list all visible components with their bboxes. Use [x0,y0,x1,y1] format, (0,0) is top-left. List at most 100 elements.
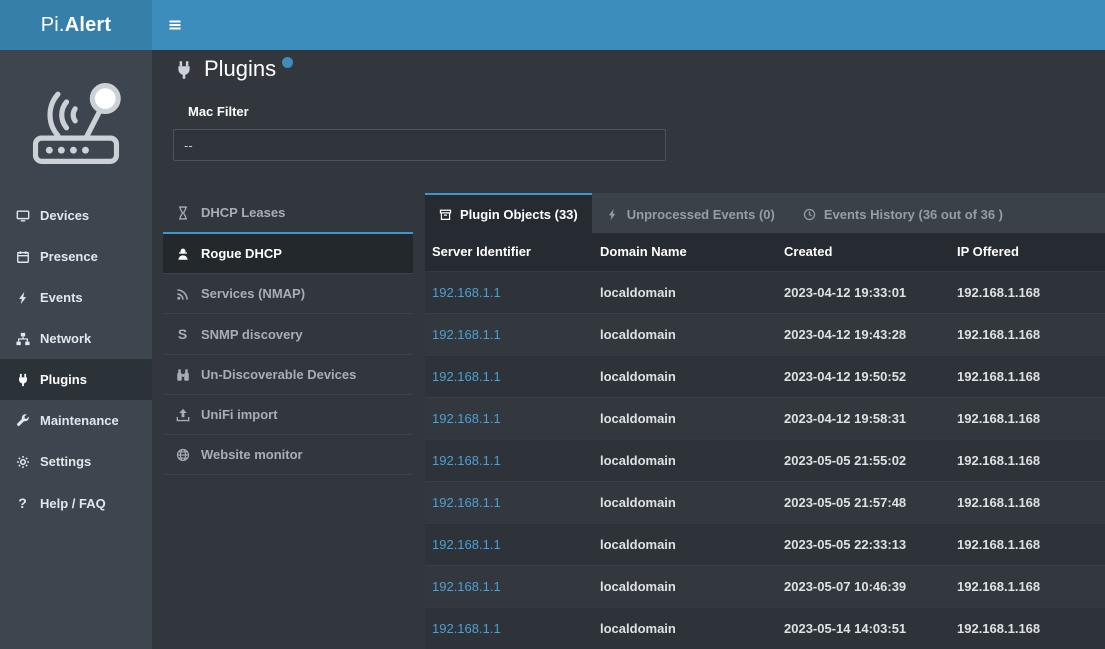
top-header: Pi.Alert [0,0,1105,50]
bolt-icon [606,208,619,221]
brand-logo[interactable]: Pi.Alert [0,0,152,50]
globe-icon [174,448,191,462]
server-identifier-link[interactable]: 192.168.1.1 [432,621,501,636]
sidebar-item-network[interactable]: Network [0,318,152,359]
plugin-nav-label: SNMP discovery [201,327,303,342]
plug-icon [174,60,194,80]
tab-events-history[interactable]: Events History (36 out of 36 ) [789,193,1017,233]
pialert-app: Pi.Alert [0,0,1105,649]
table-row: 192.168.1.1 localdomain 2023-05-05 21:57… [425,481,1105,523]
tab-label: Unprocessed Events (0) [627,207,775,222]
sidebar-item-label: Network [40,331,91,346]
plugin-nav-label: DHCP Leases [201,205,285,220]
snmp-icon: S [174,326,191,342]
created-cell: 2023-04-12 19:50:52 [777,355,950,397]
domain-name-cell: localdomain [593,313,777,355]
sidebar-item-devices[interactable]: Devices [0,195,152,236]
server-identifier-link[interactable]: 192.168.1.1 [432,285,501,300]
hourglass-icon [174,206,191,220]
ip-offered-cell: 192.168.1.168 [950,397,1105,439]
column-header-created: Created [777,233,950,271]
gear-icon [14,455,31,469]
mac-filter-label: Mac Filter [188,104,249,119]
wrench-icon [14,414,31,428]
table-row: 192.168.1.1 localdomain 2023-04-12 19:43… [425,313,1105,355]
devices-icon [14,209,31,223]
ip-offered-cell: 192.168.1.168 [950,607,1105,649]
plugin-nav-label: UniFi import [201,407,278,422]
clock-icon [803,208,816,221]
sidebar-item-events[interactable]: Events [0,277,152,318]
plugin-objects-table: Server Identifier Domain Name Created IP… [425,233,1105,649]
domain-name-cell: localdomain [593,607,777,649]
table-row: 192.168.1.1 localdomain 2023-05-05 21:55… [425,439,1105,481]
ip-offered-cell: 192.168.1.168 [950,481,1105,523]
tab-label: Plugin Objects (33) [460,207,578,222]
plugin-nav: DHCP Leases Rogue DHCP Services (NMAP) S… [163,193,413,475]
ip-offered-cell: 192.168.1.168 [950,271,1105,313]
column-header-domain-name: Domain Name [593,233,777,271]
ip-offered-cell: 192.168.1.168 [950,565,1105,607]
plugin-nav-item-website-monitor[interactable]: Website monitor [163,435,413,475]
created-cell: 2023-05-07 10:46:39 [777,565,950,607]
plugin-nav-item-rogue-dhcp[interactable]: Rogue DHCP [163,234,413,274]
mac-filter-input[interactable] [173,129,666,161]
plugin-nav-label: Rogue DHCP [201,246,282,261]
created-cell: 2023-05-05 22:33:13 [777,523,950,565]
created-cell: 2023-04-12 19:33:01 [777,271,950,313]
server-identifier-link[interactable]: 192.168.1.1 [432,537,501,552]
table-row: 192.168.1.1 localdomain 2023-04-12 19:50… [425,355,1105,397]
plugin-nav-label: Website monitor [201,447,303,462]
table-row: 192.168.1.1 localdomain 2023-05-07 10:46… [425,565,1105,607]
ip-offered-cell: 192.168.1.168 [950,439,1105,481]
sidebar-item-help-faq[interactable]: ? Help / FAQ [0,482,152,524]
help-badge[interactable] [282,57,293,68]
server-identifier-link[interactable]: 192.168.1.1 [432,579,501,594]
sidebar-toggle-button[interactable] [152,0,198,50]
plug-icon [14,373,31,387]
tab-unprocessed-events[interactable]: Unprocessed Events (0) [592,193,789,233]
tab-plugin-objects[interactable]: Plugin Objects (33) [425,193,592,233]
table-row: 192.168.1.1 localdomain 2023-05-14 14:03… [425,607,1105,649]
plugin-nav-item-undiscoverable-devices[interactable]: Un-Discoverable Devices [163,355,413,395]
domain-name-cell: localdomain [593,355,777,397]
column-header-server-identifier: Server Identifier [425,233,593,271]
sidebar-item-label: Events [40,290,83,305]
sidebar-item-label: Maintenance [40,413,119,428]
server-identifier-link[interactable]: 192.168.1.1 [432,453,501,468]
box-icon [439,208,452,221]
sidebar: Devices Presence Events Network Plugins … [0,50,152,649]
plugin-content-panel: Plugin Objects (33) Unprocessed Events (… [425,193,1105,649]
ip-offered-cell: 192.168.1.168 [950,523,1105,565]
sidebar-item-label: Plugins [40,372,87,387]
spy-icon [174,247,191,261]
server-identifier-link[interactable]: 192.168.1.1 [432,495,501,510]
server-identifier-link[interactable]: 192.168.1.1 [432,327,501,342]
sidebar-item-plugins[interactable]: Plugins [0,359,152,400]
server-identifier-link[interactable]: 192.168.1.1 [432,369,501,384]
plugin-nav-item-services-nmap[interactable]: Services (NMAP) [163,274,413,314]
sidebar-item-settings[interactable]: Settings [0,441,152,482]
domain-name-cell: localdomain [593,397,777,439]
brand-text-pre: Pi. [41,14,65,37]
domain-name-cell: localdomain [593,481,777,523]
plugin-nav-item-dhcp-leases[interactable]: DHCP Leases [163,193,413,234]
ip-offered-cell: 192.168.1.168 [950,313,1105,355]
created-cell: 2023-05-14 14:03:51 [777,607,950,649]
page-title: Plugins [174,56,293,82]
table-row: 192.168.1.1 localdomain 2023-04-12 19:58… [425,397,1105,439]
table-header-row: Server Identifier Domain Name Created IP… [425,233,1105,271]
created-cell: 2023-04-12 19:43:28 [777,313,950,355]
menu-icon [167,17,183,33]
question-icon: ? [14,495,31,511]
sidebar-item-label: Presence [40,249,98,264]
upload-icon [174,408,191,422]
plugin-nav-item-snmp-discovery[interactable]: S SNMP discovery [163,314,413,355]
domain-name-cell: localdomain [593,565,777,607]
server-identifier-link[interactable]: 192.168.1.1 [432,411,501,426]
sidebar-item-presence[interactable]: Presence [0,236,152,277]
domain-name-cell: localdomain [593,271,777,313]
plugin-nav-item-unifi-import[interactable]: UniFi import [163,395,413,435]
created-cell: 2023-05-05 21:55:02 [777,439,950,481]
sidebar-item-maintenance[interactable]: Maintenance [0,400,152,441]
